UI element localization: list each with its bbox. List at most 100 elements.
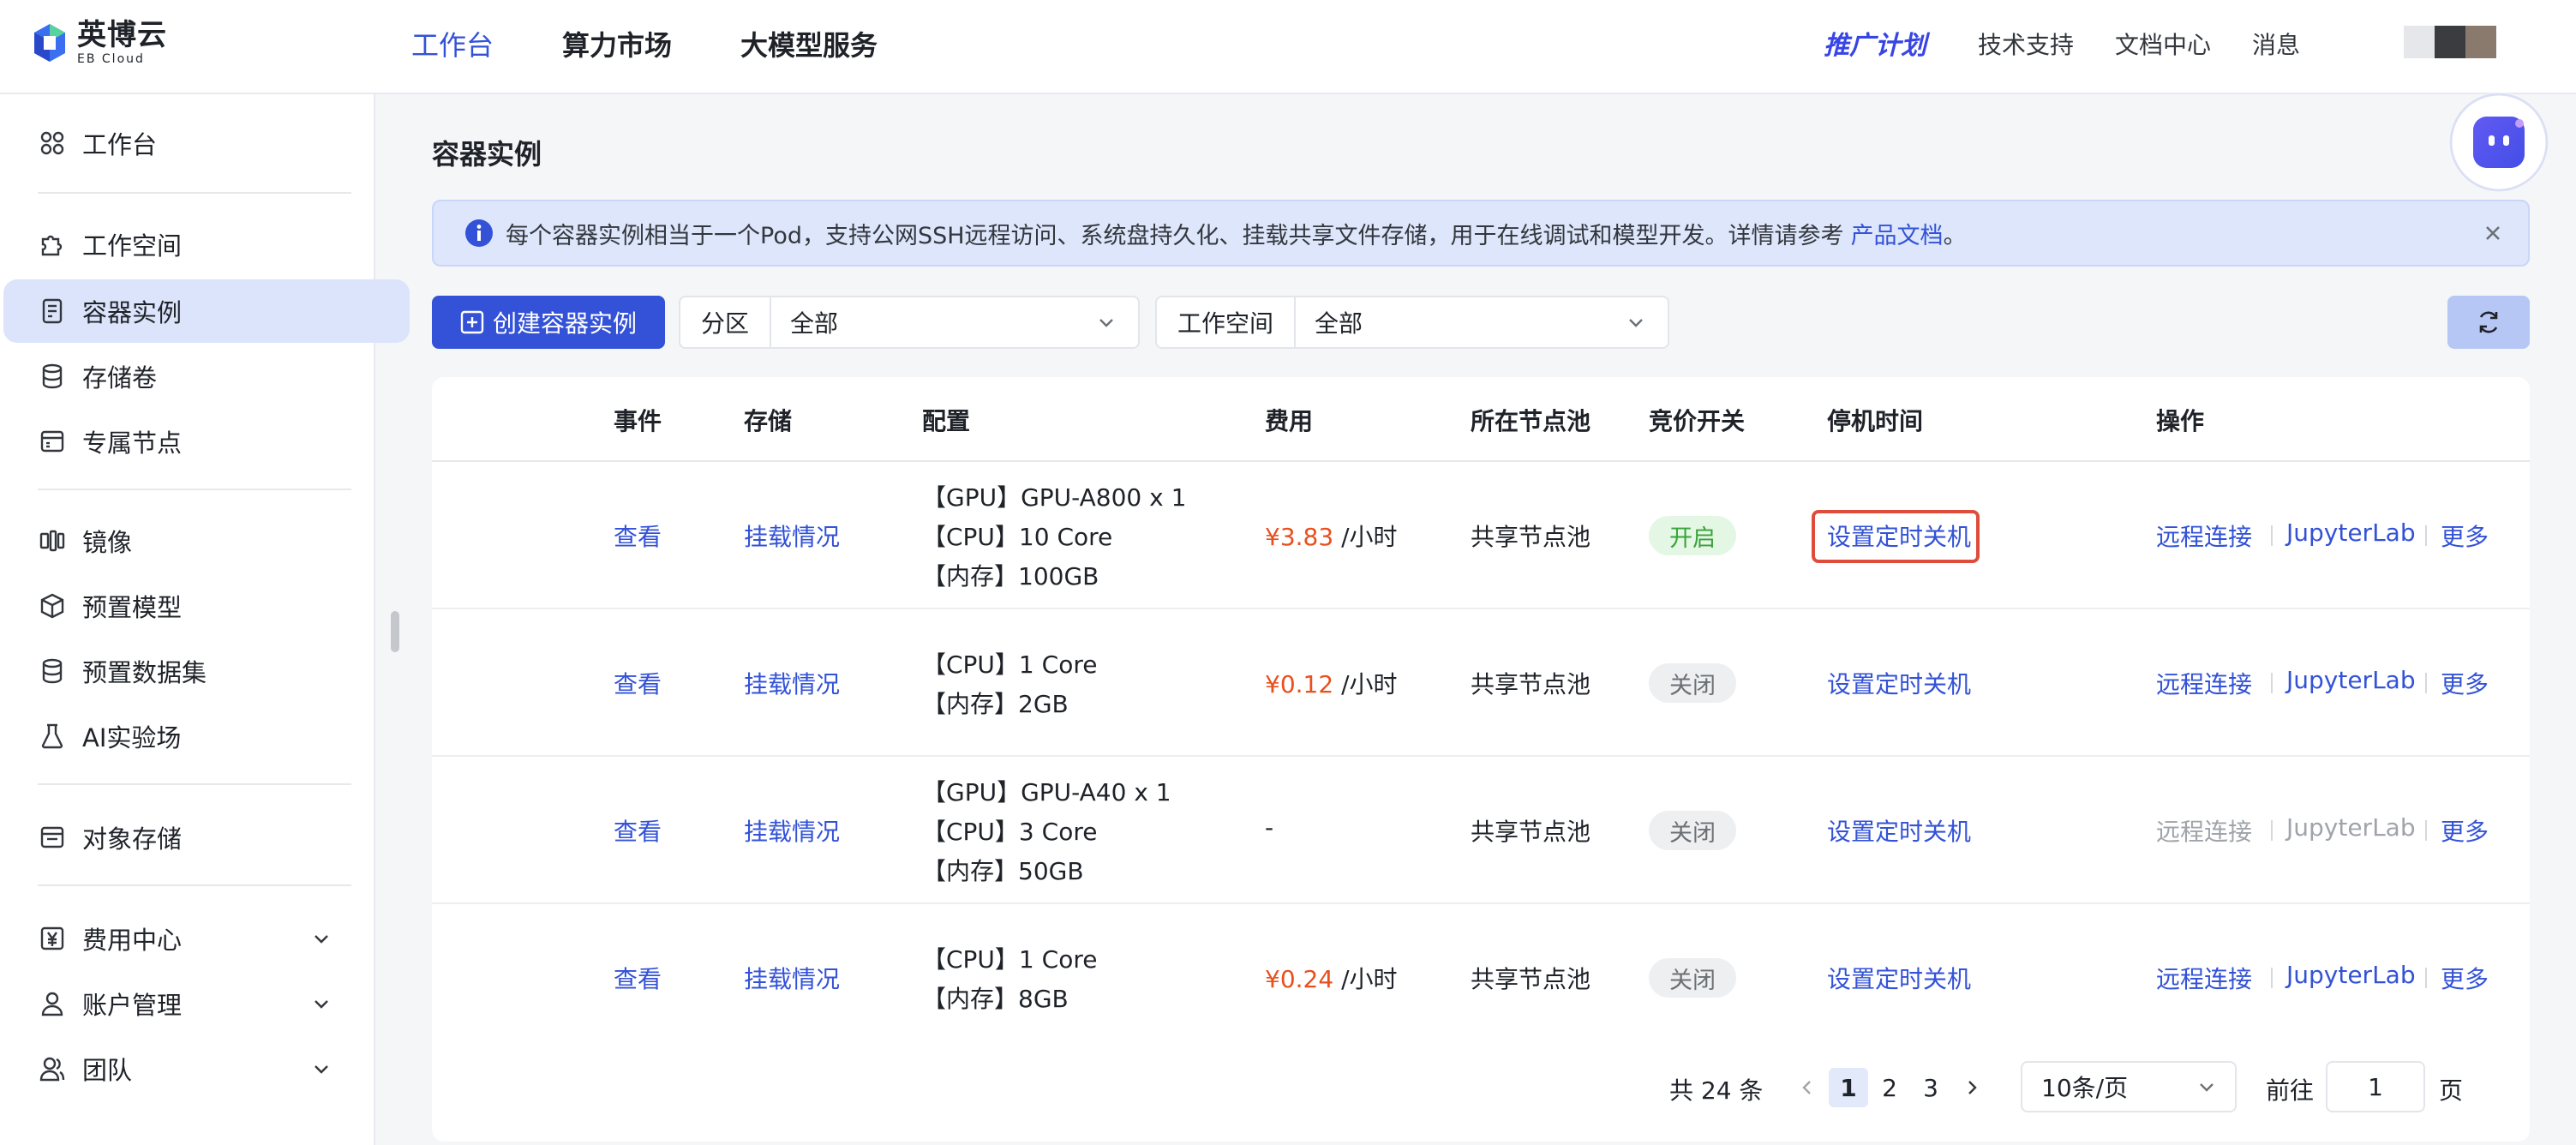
sidebar-item-ai-lab[interactable]: AI实验场 — [3, 704, 410, 768]
jupyterlab-link[interactable]: JupyterLab — [2286, 519, 2416, 547]
sidebar-item-label: 预置模型 — [82, 593, 183, 622]
jupyterlab-link[interactable]: JupyterLab — [2286, 666, 2416, 694]
ai-assistant-button[interactable] — [2449, 93, 2576, 207]
topnav-workbench[interactable]: 工作台 — [411, 24, 494, 63]
product-docs-link[interactable]: 产品文档 — [1851, 217, 1944, 250]
remote-connect-link[interactable]: 远程连接 — [2156, 519, 2252, 553]
notice-text: 每个容器实例相当于一个Pod，支持公网SSH远程访问、系统盘持久化、挂载共享文件… — [506, 222, 1844, 249]
promo-link[interactable]: 推广计划 — [1824, 24, 1926, 62]
price-value: ¥0.12 — [1265, 670, 1334, 698]
brand-logo-icon — [33, 22, 67, 63]
refresh-button[interactable] — [2447, 296, 2530, 349]
page-size-value: 10条/页 — [2041, 1074, 2129, 1102]
more-actions-link[interactable]: 更多 — [2441, 961, 2489, 995]
create-instance-label: 创建容器实例 — [492, 309, 637, 338]
table-row: 查看 挂载情况 【CPU】1 Core 【内存】2GB ¥0.12 /小时 共享… — [432, 609, 2530, 757]
sidebar-item-label: 对象存储 — [82, 824, 183, 854]
mount-status-link[interactable]: 挂载情况 — [744, 666, 840, 700]
workspace-filter[interactable]: 工作空间 全部 — [1155, 296, 1669, 349]
chevron-down-icon — [2200, 1083, 2214, 1092]
mount-status-link[interactable]: 挂载情况 — [744, 813, 840, 848]
sidebar-item-team[interactable]: 团队 — [3, 1037, 410, 1100]
tech-support-link[interactable]: 技术支持 — [1978, 27, 2074, 61]
config-line: 【内存】8GB — [922, 985, 1069, 1013]
sidebar-item-label: AI实验场 — [82, 723, 182, 752]
page-1-button[interactable]: 1 — [1829, 1068, 1868, 1107]
more-actions-link[interactable]: 更多 — [2441, 519, 2489, 553]
sidebar-item-label: 存储卷 — [82, 363, 158, 393]
page-2-button[interactable]: 2 — [1870, 1068, 1909, 1107]
view-events-link[interactable]: 查看 — [614, 666, 662, 700]
messages-link[interactable]: 消息 — [2252, 27, 2300, 61]
brand-logo[interactable]: 英博云 EB Cloud — [33, 19, 167, 67]
config-cell: 【CPU】1 Core 【内存】2GB — [922, 645, 1097, 724]
action-separator — [2425, 820, 2427, 841]
set-shutdown-timer-link[interactable]: 设置定时关机 — [1827, 961, 1971, 995]
set-shutdown-timer-link[interactable]: 设置定时关机 — [1827, 666, 1971, 700]
chevron-down-icon — [315, 1065, 328, 1074]
mount-status-link[interactable]: 挂载情况 — [744, 961, 840, 995]
set-shutdown-timer-link[interactable]: 设置定时关机 — [1827, 519, 1971, 553]
puzzle-icon — [38, 230, 67, 259]
sidebar-item-preset-models[interactable]: 预置模型 — [3, 574, 410, 638]
column-header-config: 配置 — [922, 407, 971, 435]
page-title: 容器实例 — [432, 138, 542, 171]
node-pool-cell: 共享节点池 — [1471, 818, 1591, 846]
topnav-llm-service[interactable]: 大模型服务 — [740, 24, 878, 63]
close-icon[interactable] — [2480, 220, 2506, 246]
sidebar-item-account[interactable]: 账户管理 — [3, 972, 410, 1035]
column-header-node-pool: 所在节点池 — [1471, 407, 1591, 435]
flask-icon — [38, 722, 67, 751]
workspace-filter-value: 全部 — [1315, 309, 1363, 338]
mount-status-link[interactable]: 挂载情况 — [744, 519, 840, 553]
zone-filter-value: 全部 — [790, 309, 839, 338]
docs-center-link[interactable]: 文档中心 — [2115, 27, 2211, 61]
database-icon — [38, 362, 67, 391]
sidebar-item-preset-datasets[interactable]: 预置数据集 — [3, 639, 410, 703]
create-instance-button[interactable]: 创建容器实例 — [432, 296, 665, 349]
jupyterlab-link[interactable]: JupyterLab — [2286, 961, 2416, 989]
sidebar-item-workbench[interactable]: 工作台 — [3, 111, 410, 175]
sidebar-item-label: 账户管理 — [82, 991, 183, 1020]
config-line: 【GPU】GPU-A40 x 1 — [922, 778, 1171, 806]
price-value: - — [1265, 813, 1274, 842]
sidebar-item-dedicated-nodes[interactable]: 专属节点 — [3, 410, 410, 473]
cost-cell: - — [1265, 813, 1273, 842]
sidebar-item-container-instances[interactable]: 容器实例 — [3, 279, 410, 343]
node-pool-cell: 共享节点池 — [1471, 965, 1591, 993]
view-events-link[interactable]: 查看 — [614, 961, 662, 995]
price-value: ¥3.83 — [1265, 523, 1334, 551]
remote-connect-link[interactable]: 远程连接 — [2156, 961, 2252, 995]
more-actions-link[interactable]: 更多 — [2441, 813, 2489, 848]
chevron-down-icon — [315, 935, 328, 944]
sidebar-resize-handle[interactable] — [391, 611, 399, 652]
action-separator — [2271, 820, 2273, 841]
price-unit: /小时 — [1341, 670, 1398, 698]
sidebar-item-billing[interactable]: 费用中心 — [3, 907, 410, 970]
goto-page-input[interactable]: 1 — [2326, 1061, 2425, 1112]
sidebar-item-object-storage[interactable]: 对象存储 — [3, 806, 410, 869]
topnav-compute-market[interactable]: 算力市场 — [562, 24, 672, 63]
chevron-down-icon — [1629, 319, 1643, 327]
avatar[interactable] — [2404, 26, 2496, 58]
more-actions-link[interactable]: 更多 — [2441, 666, 2489, 700]
config-line: 【CPU】1 Core — [922, 945, 1098, 974]
set-shutdown-timer-link[interactable]: 设置定时关机 — [1827, 813, 1971, 848]
view-events-link[interactable]: 查看 — [614, 813, 662, 848]
notice-suffix: 。 — [1943, 222, 1967, 249]
page-size-select[interactable]: 10条/页 — [2021, 1061, 2237, 1112]
config-cell: 【GPU】GPU-A800 x 1 【CPU】10 Core 【内存】100GB — [922, 478, 1186, 596]
yuan-icon — [38, 924, 67, 953]
sidebar-item-volumes[interactable]: 存储卷 — [3, 345, 410, 408]
sidebar-item-images[interactable]: 镜像 — [3, 509, 410, 572]
column-header-actions: 操作 — [2156, 407, 2205, 435]
column-header-bid-switch: 竞价开关 — [1649, 407, 1746, 435]
sidebar-item-workspace[interactable]: 工作空间 — [3, 213, 410, 276]
zone-filter[interactable]: 分区 全部 — [679, 296, 1140, 349]
view-events-link[interactable]: 查看 — [614, 519, 662, 553]
chevron-right-icon[interactable] — [1961, 1076, 1983, 1099]
chevron-left-icon[interactable] — [1796, 1076, 1818, 1099]
sidebar: 工作台 工作空间 容器实例 存储卷 专属节点 镜像 预置模型 预置数据集 AI实… — [0, 94, 410, 1145]
page-3-button[interactable]: 3 — [1911, 1068, 1950, 1107]
remote-connect-link[interactable]: 远程连接 — [2156, 666, 2252, 700]
